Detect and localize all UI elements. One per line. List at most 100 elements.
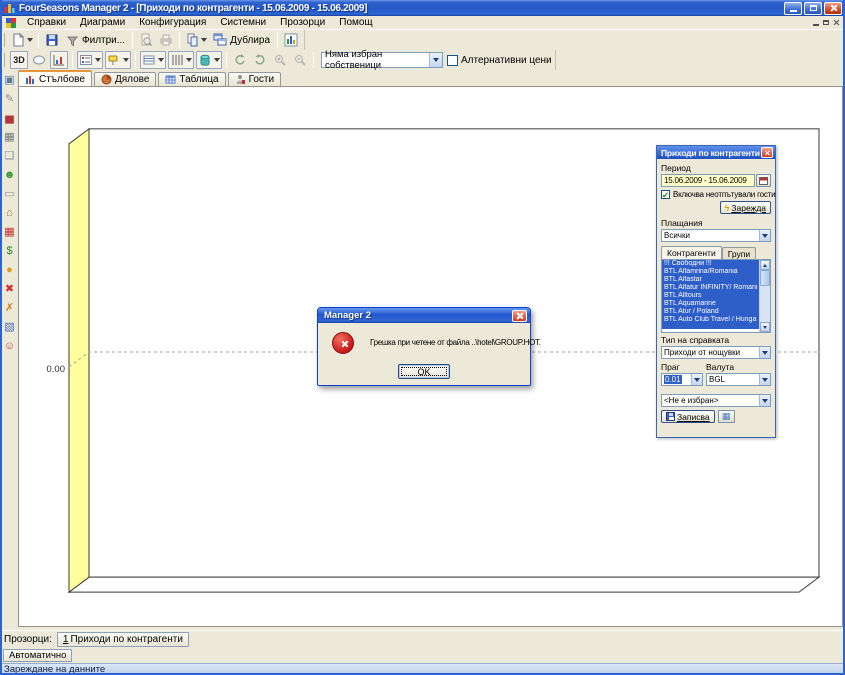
no-payment-icon[interactable]: ✖ [2,281,18,297]
horizontal-grid-button[interactable] [140,51,166,69]
no-price-icon[interactable]: ✗ [2,300,18,316]
chart-view-button[interactable] [282,31,300,49]
chevron-down-icon[interactable] [759,374,770,385]
shape-button[interactable] [30,51,48,69]
list-item[interactable]: BTL Alltours [662,292,759,300]
menu-item-diagrams[interactable]: Диаграми [73,17,132,28]
zoom-in-button[interactable] [271,51,289,69]
save-button[interactable] [43,31,61,49]
toolbar-grip[interactable] [2,33,5,47]
panel-title-bar[interactable]: Приходи по контрагенти [657,146,775,159]
price-report-icon[interactable]: ▧ [2,319,18,335]
window-tab-button[interactable]: 1 Приходи по контрагенти [57,632,189,647]
template-select[interactable]: <Не е избран> [661,394,771,407]
printer-tool-icon[interactable]: ▭ [2,186,18,202]
export-report-icon[interactable]: ✎ [2,91,18,107]
zoom-out-button[interactable] [291,51,309,69]
tab-pie[interactable]: Дялове [94,72,156,86]
restore-button[interactable] [804,2,822,15]
print-preview-button[interactable] [137,31,155,49]
list-item[interactable]: BTL Auto Club Travel / Hunga [662,316,759,324]
tab-guests[interactable]: Гости [228,72,281,86]
panel-close-button[interactable] [761,147,773,158]
print-button[interactable] [157,31,175,49]
menu-item-system[interactable]: Системни [213,17,273,28]
windows-bar-label: Прозорци: [4,634,52,645]
list-item[interactable]: BTL Alfamrina/Romania [662,268,759,276]
calendar-icon [759,177,768,185]
include-guests-option[interactable]: ✔ Включва неотпътували гости [661,190,771,199]
chevron-down-icon[interactable] [691,374,702,385]
list-item[interactable]: BTL Alfastar [662,276,759,284]
toggle-3d-button[interactable]: 3D [10,51,28,69]
chevron-down-icon[interactable] [759,395,770,406]
currency-icon[interactable]: $ [2,243,18,259]
automatic-button[interactable]: Автоматично [3,649,72,662]
menu-item-help[interactable]: Помощ [332,17,379,28]
legend-button[interactable] [77,51,103,69]
copy-button[interactable] [184,31,208,49]
duplicate-button[interactable]: Дублира [210,31,273,49]
occupancy-table-icon[interactable]: ▦ [2,224,18,240]
menu-item-reports[interactable]: Справки [20,17,73,28]
pie-chart-icon [101,74,112,85]
mdi-close-icon[interactable] [833,19,840,26]
dialog-title-bar[interactable]: Manager 2 [318,308,530,323]
close-button[interactable] [824,2,842,15]
tab-counterparties[interactable]: Контрагенти [661,246,722,259]
rotate-right-button[interactable] [251,51,269,69]
marks-button[interactable] [105,51,131,69]
tab-groups[interactable]: Групи [722,247,756,259]
dialog-close-button[interactable] [512,310,527,322]
scroll-up-icon[interactable] [760,260,770,270]
calendar-button[interactable] [756,174,771,187]
menu-item-windows[interactable]: Прозорци [273,17,332,28]
cascade-windows-icon[interactable]: ▣ [2,72,18,88]
currency-select[interactable]: BGL [706,373,771,386]
scroll-down-icon[interactable] [760,322,770,332]
list-item[interactable]: BTL Aquamarine [662,300,759,308]
menu-item-configuration[interactable]: Конфигурация [132,17,213,28]
grid-view-button[interactable]: ▦ [718,410,735,423]
scrollbar-thumb[interactable] [760,270,770,286]
list-scrollbar[interactable] [759,260,770,332]
copy-pages-icon[interactable]: ❏ [2,148,18,164]
axis-labels-button[interactable] [50,51,68,69]
guests-icon[interactable]: ☻ [2,167,18,183]
list-item[interactable]: !!! Свободни !!! [662,260,759,268]
threshold-select[interactable]: 0.01 [661,373,703,386]
chevron-down-icon[interactable] [759,230,770,241]
toolbar-grip[interactable] [2,53,5,67]
vertical-grid-button[interactable] [168,51,194,69]
ok-button[interactable]: OK [398,364,450,379]
include-guests-checkbox[interactable]: ✔ [661,190,670,199]
payments-select[interactable]: Всички [661,229,771,242]
chevron-down-icon[interactable] [759,347,770,358]
alt-prices-checkbox[interactable] [447,55,458,66]
alt-prices-option[interactable]: Алтернативни цени [447,55,552,66]
minimize-button[interactable] [784,2,802,15]
payments-icon[interactable]: ● [2,262,18,278]
filters-button[interactable]: Филтри... [63,31,128,49]
calculator-icon[interactable]: ▦ [2,129,18,145]
mdi-restore-icon[interactable] [823,20,829,25]
hotel-icon[interactable]: ⌂ [2,205,18,221]
new-report-button[interactable] [10,31,34,49]
tab-pie-label: Дялове [115,74,149,85]
chart-report-icon[interactable]: ▅ [2,110,18,126]
tab-table[interactable]: Таблица [158,72,225,86]
bar-style-button[interactable] [196,51,222,69]
load-button[interactable]: ϟ Зарежда [720,201,771,214]
mdi-minimize-icon[interactable] [813,24,819,26]
duplicate-button-label: Дублира [230,35,270,46]
list-item[interactable]: BTL Atur / Poland [662,308,759,316]
tab-bars[interactable]: Стълбове [18,70,92,86]
list-item[interactable]: BTL Alfatur INFINITY/ Romani [662,284,759,292]
period-input[interactable]: 15.06.2009 - 15.06.2009 [661,174,755,187]
save-report-button[interactable]: Записва [661,410,715,423]
report-type-select[interactable]: Приходи от нощувки [661,346,771,359]
rotate-left-button[interactable] [231,51,249,69]
guest-chart-icon[interactable]: ☺ [2,338,18,354]
chevron-down-icon[interactable] [429,53,442,67]
owner-select[interactable]: Няма избран собственици [321,52,443,68]
